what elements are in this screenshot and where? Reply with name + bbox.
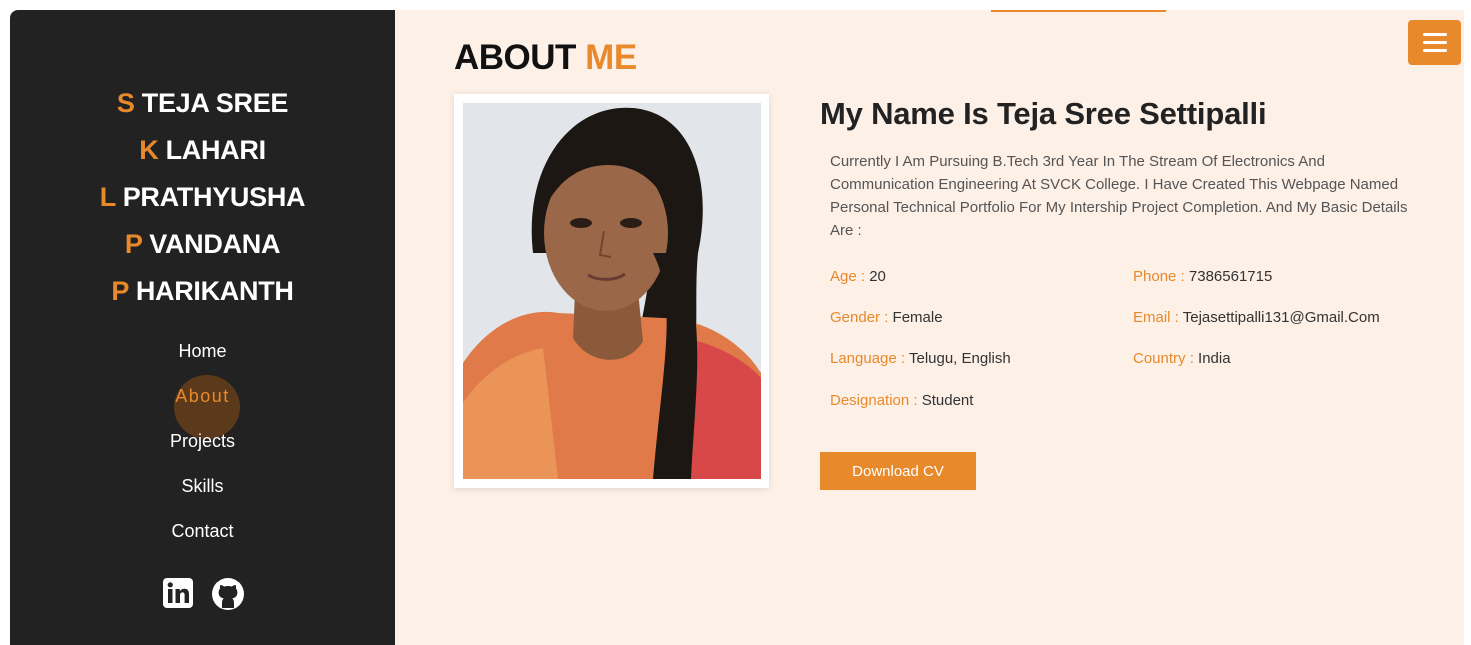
team-names: S TEJA SREE K LAHARI L PRATHYUSHA P VAND… <box>10 88 395 323</box>
social-links <box>10 577 395 610</box>
detail-language: Language : Telugu, English <box>830 350 1011 367</box>
right-scroll-gutter <box>1464 0 1471 645</box>
nav-label: About <box>175 386 230 406</box>
detail-country: Country : India <box>1133 350 1231 367</box>
detail-value: Student <box>921 392 974 409</box>
member-name: PRATHYUSHA <box>122 182 306 212</box>
hamburger-line <box>1422 33 1447 36</box>
team-member: L PRATHYUSHA <box>10 182 395 229</box>
detail-value: 20 <box>869 268 886 285</box>
team-member: P VANDANA <box>10 229 395 276</box>
hamburger-icon[interactable] <box>1408 20 1461 65</box>
detail-designation: Designation : Student <box>830 392 973 409</box>
detail-label: Language : <box>830 350 906 367</box>
detail-phone: Phone : 7386561715 <box>1133 268 1272 285</box>
detail-label: Age : <box>830 268 866 285</box>
detail-label: Country : <box>1133 350 1194 367</box>
nav-label: Skills <box>181 476 224 496</box>
detail-gender: Gender : Female <box>830 309 943 326</box>
detail-label: Designation : <box>830 392 918 409</box>
detail-label: Gender : <box>830 309 889 326</box>
member-name: LAHARI <box>165 135 267 165</box>
detail-label: Email : <box>1133 309 1179 326</box>
detail-value: Telugu, English <box>908 350 1011 367</box>
profile-photo <box>463 103 761 479</box>
title-accent: ME <box>585 38 637 77</box>
download-cv-button[interactable]: Download CV <box>820 452 976 490</box>
about-intro: Currently I Am Pursuing B.Tech 3rd Year … <box>830 153 1408 239</box>
nav-label: Projects <box>169 431 236 451</box>
team-member: K LAHARI <box>10 135 395 182</box>
scroll-progress-line <box>991 10 1166 12</box>
github-icon[interactable] <box>211 577 244 610</box>
team-member: P HARIKANTH <box>10 276 395 323</box>
member-initial: P <box>124 229 143 259</box>
about-heading: My Name Is Teja Sree Settipalli <box>820 96 1267 131</box>
member-initial: S <box>116 88 135 118</box>
nav-item-about[interactable]: About <box>10 375 395 439</box>
sidebar-nav: Home About Projects Skills Contact <box>10 341 395 566</box>
detail-label: Phone : <box>1133 268 1185 285</box>
title-main: ABOUT <box>454 38 576 77</box>
top-strip <box>0 0 1471 10</box>
sidebar: S TEJA SREE K LAHARI L PRATHYUSHA P VAND… <box>10 10 395 645</box>
nav-item-projects[interactable]: Projects <box>10 431 395 476</box>
nav-label: Contact <box>171 521 234 541</box>
hamburger-line <box>1422 49 1447 52</box>
nav-label: Home <box>178 341 227 361</box>
linkedin-icon[interactable] <box>162 577 194 609</box>
nav-item-skills[interactable]: Skills <box>10 476 395 521</box>
page-title: ABOUT ME <box>454 38 637 78</box>
profile-photo-frame <box>454 94 769 488</box>
detail-value: India <box>1198 350 1231 367</box>
team-member: S TEJA SREE <box>10 88 395 135</box>
member-name: HARIKANTH <box>135 276 294 306</box>
member-initial: L <box>99 182 116 212</box>
hamburger-line <box>1422 41 1447 44</box>
member-name: VANDANA <box>149 229 281 259</box>
nav-item-contact[interactable]: Contact <box>10 521 395 566</box>
member-name: TEJA SREE <box>141 88 289 118</box>
detail-value: 7386561715 <box>1188 268 1273 285</box>
detail-email: Email : Tejasettipalli131@Gmail.Com <box>1133 309 1380 326</box>
detail-age: Age : 20 <box>830 268 886 285</box>
member-initial: P <box>111 276 129 306</box>
member-initial: K <box>139 135 159 165</box>
active-indicator <box>174 375 240 439</box>
detail-value: Tejasettipalli131@Gmail.Com <box>1182 309 1380 326</box>
detail-value: Female <box>892 309 943 326</box>
